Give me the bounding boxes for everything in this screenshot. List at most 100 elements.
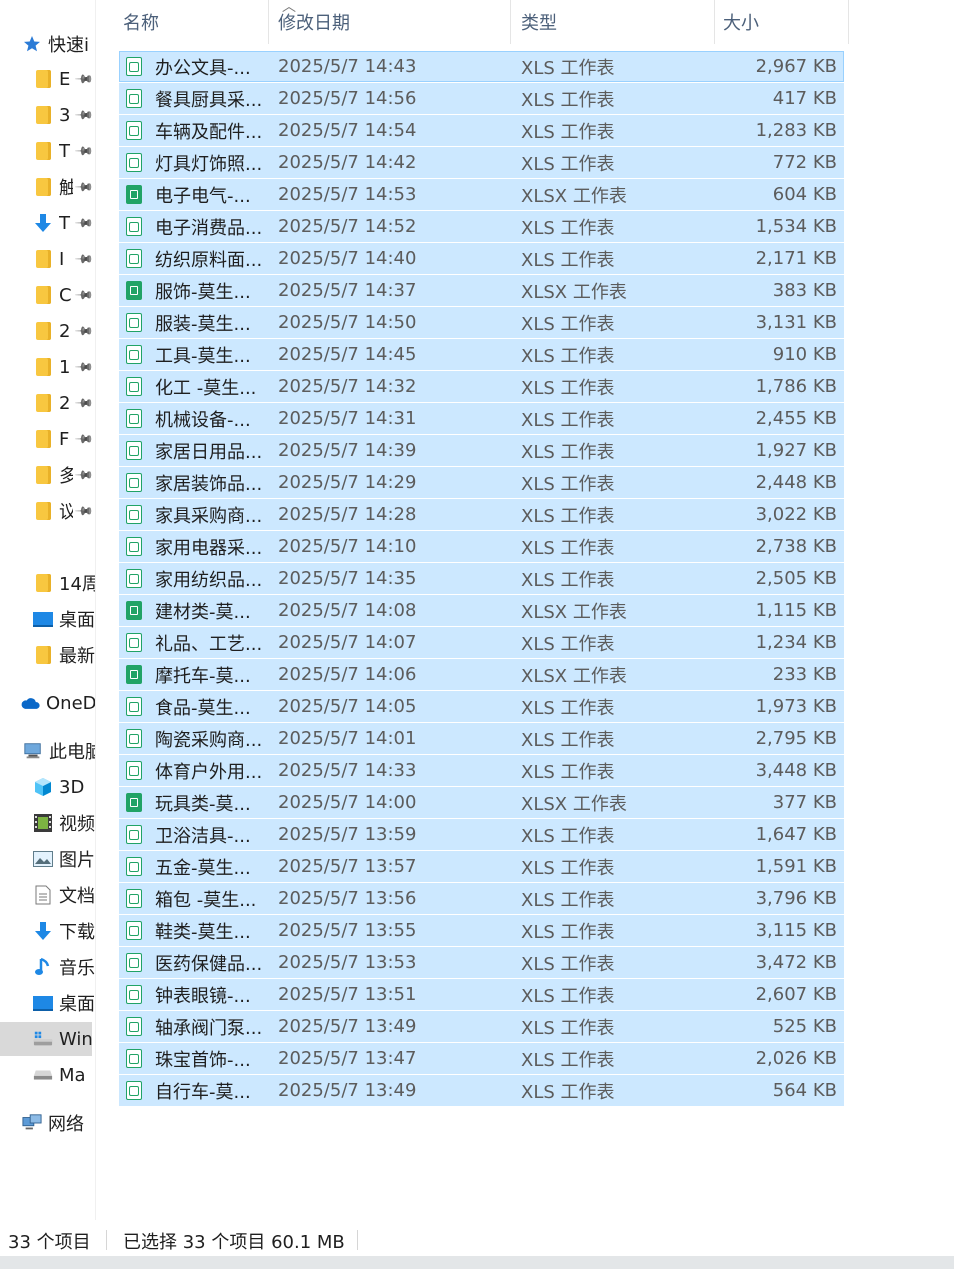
file-row[interactable]: 食品-莫生... 2025/5/7 14:05 XLS 工作表 1,973 KB bbox=[119, 691, 844, 722]
file-row[interactable]: 电子消费品... 2025/5/7 14:52 XLS 工作表 1,534 KB bbox=[119, 211, 844, 242]
file-type: XLS 工作表 bbox=[521, 825, 615, 847]
xls-icon bbox=[126, 249, 142, 268]
file-row[interactable]: 服饰-莫生... 2025/5/7 14:37 XLSX 工作表 383 KB bbox=[119, 275, 844, 306]
column-header-size[interactable]: 大小 bbox=[723, 0, 759, 44]
column-divider[interactable] bbox=[268, 0, 269, 44]
nav-pinned-item[interactable]: C 📌 bbox=[33, 278, 95, 312]
file-size: 377 KB bbox=[772, 792, 837, 813]
file-row[interactable]: 卫浴洁具-... 2025/5/7 13:59 XLS 工作表 1,647 KB bbox=[119, 819, 844, 850]
folder-icon bbox=[33, 248, 53, 270]
file-row[interactable]: 办公文具-... 2025/5/7 14:43 XLS 工作表 2,967 KB bbox=[119, 51, 844, 82]
file-type: XLS 工作表 bbox=[521, 153, 615, 175]
nav-pinned-item[interactable]: I 📌 bbox=[33, 242, 95, 276]
file-row[interactable]: 医药保健品... 2025/5/7 13:53 XLS 工作表 3,472 KB bbox=[119, 947, 844, 978]
file-row[interactable]: 鞋类-莫生... 2025/5/7 13:55 XLS 工作表 3,115 KB bbox=[119, 915, 844, 946]
file-size: 2,455 KB bbox=[755, 408, 837, 429]
file-row[interactable]: 建材类-莫... 2025/5/7 14:08 XLSX 工作表 1,115 KB bbox=[119, 595, 844, 626]
file-name: 医药保健品... bbox=[155, 953, 263, 975]
xls-icon bbox=[126, 377, 142, 396]
file-row[interactable]: 陶瓷采购商... 2025/5/7 14:01 XLS 工作表 2,795 KB bbox=[119, 723, 844, 754]
file-row[interactable]: 珠宝首饰-... 2025/5/7 13:47 XLS 工作表 2,026 KB bbox=[119, 1043, 844, 1074]
file-row[interactable]: 餐具厨具采... 2025/5/7 14:56 XLS 工作表 417 KB bbox=[119, 83, 844, 114]
file-row[interactable]: 化工 -莫生... 2025/5/7 14:32 XLS 工作表 1,786 KB bbox=[119, 371, 844, 402]
nav-drive-c[interactable]: Win bbox=[0, 1022, 92, 1056]
film-icon bbox=[33, 812, 53, 834]
file-name: 纺织原料面... bbox=[155, 249, 263, 271]
nav-pinned-item[interactable]: T 📌 bbox=[33, 134, 95, 168]
file-row[interactable]: 五金-莫生... 2025/5/7 13:57 XLS 工作表 1,591 KB bbox=[119, 851, 844, 882]
file-row[interactable]: 家居装饰品... 2025/5/7 14:29 XLS 工作表 2,448 KB bbox=[119, 467, 844, 498]
nav-pinned-item[interactable]: F 📌 bbox=[33, 422, 95, 456]
file-size: 772 KB bbox=[772, 152, 837, 173]
nav-3d-objects[interactable]: 3D bbox=[33, 770, 95, 804]
nav-pinned-item[interactable]: 多 📌 bbox=[33, 458, 95, 492]
nav-pinned-item[interactable]: 议 📌 bbox=[33, 494, 95, 528]
file-row[interactable]: 家具采购商... 2025/5/7 14:28 XLS 工作表 3,022 KB bbox=[119, 499, 844, 530]
file-row[interactable]: 玩具类-莫... 2025/5/7 14:00 XLSX 工作表 377 KB bbox=[119, 787, 844, 818]
nav-this-pc[interactable]: 此电脑 bbox=[23, 734, 95, 768]
pin-icon: 📌 bbox=[74, 140, 95, 162]
file-row[interactable]: 家居日用品... 2025/5/7 14:39 XLS 工作表 1,927 KB bbox=[119, 435, 844, 466]
nav-pinned-item[interactable]: 触 📌 bbox=[33, 170, 95, 204]
nav-pictures[interactable]: 图片 bbox=[33, 842, 95, 876]
column-divider[interactable] bbox=[510, 0, 511, 44]
network-icon bbox=[22, 1112, 42, 1134]
nav-documents[interactable]: 文档 bbox=[33, 878, 95, 912]
column-divider[interactable] bbox=[714, 0, 715, 44]
xls-icon bbox=[126, 761, 142, 780]
nav-downloads[interactable]: 下载 bbox=[33, 914, 95, 948]
file-row[interactable]: 轴承阀门泵... 2025/5/7 13:49 XLS 工作表 525 KB bbox=[119, 1011, 844, 1042]
file-row[interactable]: 服装-莫生... 2025/5/7 14:50 XLS 工作表 3,131 KB bbox=[119, 307, 844, 338]
file-type: XLS 工作表 bbox=[521, 313, 615, 335]
nav-network[interactable]: 网络 bbox=[22, 1106, 95, 1140]
nav-pinned-item[interactable]: T 📌 bbox=[33, 206, 95, 240]
file-row[interactable]: 体育户外用... 2025/5/7 14:33 XLS 工作表 3,448 KB bbox=[119, 755, 844, 786]
file-row[interactable]: 机械设备-... 2025/5/7 14:31 XLS 工作表 2,455 KB bbox=[119, 403, 844, 434]
file-type: XLSX 工作表 bbox=[521, 601, 627, 623]
file-size: 3,796 KB bbox=[755, 888, 837, 909]
file-row[interactable]: 家用电器采... 2025/5/7 14:10 XLS 工作表 2,738 KB bbox=[119, 531, 844, 562]
navigation-pane: 快速i E 📌 3 📌 T 📌 触 📌 T 📌 I 📌 C 📌 2 📌 1 📌 2 📌 F 📌 多 📌 议 📌 14周 桌面 最新… bbox=[0, 0, 95, 1220]
nav-drive-d[interactable]: Ma bbox=[33, 1058, 95, 1092]
taskbar-edge bbox=[0, 1256, 954, 1269]
nav-recent[interactable]: 最新 bbox=[33, 638, 95, 672]
nav-label: 议 bbox=[59, 502, 73, 523]
nav-desktop-pinned[interactable]: 桌面 bbox=[33, 602, 95, 636]
column-divider[interactable] bbox=[848, 0, 849, 44]
nav-videos[interactable]: 视频 bbox=[33, 806, 95, 840]
pane-divider[interactable] bbox=[95, 0, 96, 1220]
file-row[interactable]: 纺织原料面... 2025/5/7 14:40 XLS 工作表 2,171 KB bbox=[119, 243, 844, 274]
file-row[interactable]: 钟表眼镜-... 2025/5/7 13:51 XLS 工作表 2,607 KB bbox=[119, 979, 844, 1010]
file-type: XLS 工作表 bbox=[521, 409, 615, 431]
file-row[interactable]: 工具-莫生... 2025/5/7 14:45 XLS 工作表 910 KB bbox=[119, 339, 844, 370]
xls-icon bbox=[126, 921, 142, 940]
nav-pinned-item[interactable]: 1 📌 bbox=[33, 350, 95, 384]
file-modified-date: 2025/5/7 14:33 bbox=[278, 760, 417, 781]
nav-label: F bbox=[59, 428, 70, 450]
nav-music[interactable]: 音乐 bbox=[33, 950, 95, 984]
file-modified-date: 2025/5/7 13:49 bbox=[278, 1016, 417, 1037]
nav-pinned-item[interactable]: 2 📌 bbox=[33, 314, 95, 348]
folder-icon bbox=[33, 68, 53, 90]
file-row[interactable]: 摩托车-莫... 2025/5/7 14:06 XLSX 工作表 233 KB bbox=[119, 659, 844, 690]
nav-pinned-item[interactable]: E 📌 bbox=[33, 62, 95, 96]
file-row[interactable]: 车辆及配件... 2025/5/7 14:54 XLS 工作表 1,283 KB bbox=[119, 115, 844, 146]
column-header-modified[interactable]: 修改日期 bbox=[278, 0, 350, 44]
file-modified-date: 2025/5/7 14:31 bbox=[278, 408, 417, 429]
nav-desktop[interactable]: 桌面 bbox=[33, 986, 95, 1020]
file-row[interactable]: 电子电气-... 2025/5/7 14:53 XLSX 工作表 604 KB bbox=[119, 179, 844, 210]
column-header-name[interactable]: 名称 bbox=[123, 0, 159, 44]
file-row[interactable]: 自行车-莫... 2025/5/7 13:49 XLS 工作表 564 KB bbox=[119, 1075, 844, 1106]
nav-onedrive[interactable]: OneD bbox=[20, 686, 95, 720]
file-row[interactable]: 家用纺织品... 2025/5/7 14:35 XLS 工作表 2,505 KB bbox=[119, 563, 844, 594]
nav-pinned-item[interactable]: 2 📌 bbox=[33, 386, 95, 420]
column-header-type[interactable]: 类型 bbox=[521, 0, 557, 44]
file-row[interactable]: 礼品、工艺... 2025/5/7 14:07 XLS 工作表 1,234 KB bbox=[119, 627, 844, 658]
nav-quick-access[interactable]: 快速i bbox=[22, 27, 95, 61]
file-row[interactable]: 灯具灯饰照... 2025/5/7 14:42 XLS 工作表 772 KB bbox=[119, 147, 844, 178]
file-type: XLS 工作表 bbox=[521, 249, 615, 271]
file-name: 建材类-莫... bbox=[155, 601, 251, 623]
nav-pinned-item[interactable]: 3 📌 bbox=[33, 98, 95, 132]
file-row[interactable]: 箱包 -莫生... 2025/5/7 13:56 XLS 工作表 3,796 KB bbox=[119, 883, 844, 914]
file-name: 家用纺织品... bbox=[155, 569, 263, 591]
